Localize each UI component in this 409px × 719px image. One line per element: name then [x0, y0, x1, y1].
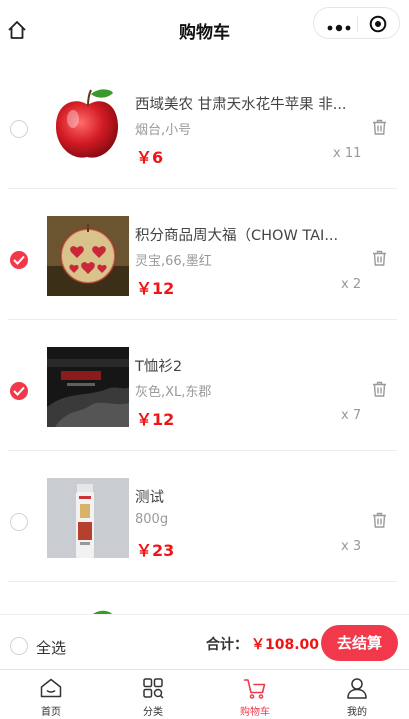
user-icon: [347, 678, 367, 699]
tab-label: 分类: [143, 707, 163, 718]
product-image[interactable]: [47, 216, 129, 296]
category-icon: [143, 678, 164, 699]
close-mini-program-icon[interactable]: [369, 15, 387, 33]
delete-icon[interactable]: [372, 381, 387, 397]
product-quantity: x 11: [333, 146, 362, 161]
product-quantity: x 2: [341, 277, 362, 292]
cart-item[interactable]: 西域美农 甘肃天水花牛苹果 非... 烟台,小号 ￥6 x 11: [0, 58, 409, 189]
product-price: ￥23: [136, 541, 175, 560]
item-checkbox[interactable]: [10, 120, 28, 138]
cart-item[interactable]: 测试 800g ￥23 x 3: [0, 451, 409, 582]
product-image[interactable]: [47, 347, 129, 427]
delete-icon[interactable]: [372, 512, 387, 528]
navigation-bar: 购物车: [0, 0, 409, 58]
tab-mine[interactable]: 我的: [306, 670, 408, 719]
cart-item[interactable]: T恤衫2 灰色,XL,东郡 ￥12 x 7: [0, 320, 409, 451]
mini-program-capsule: [313, 7, 400, 39]
product-spec: 灵宝,66,墨红: [135, 254, 212, 269]
total-label: 合计：: [206, 637, 248, 653]
checkout-bar: 全选 合计： ￥108.00 去结算: [0, 614, 409, 670]
item-checkbox[interactable]: [10, 251, 28, 269]
cart-list: 西域美农 甘肃天水花牛苹果 非... 烟台,小号 ￥6 x 11 积分商品周大福…: [0, 58, 409, 622]
product-name[interactable]: T恤衫2: [135, 355, 353, 376]
tab-label: 首页: [41, 707, 61, 718]
tab-home[interactable]: 首页: [0, 670, 102, 719]
product-name[interactable]: 测试: [135, 486, 353, 507]
tab-cart[interactable]: 购物车: [204, 670, 306, 719]
tab-category[interactable]: 分类: [102, 670, 204, 719]
product-image[interactable]: [47, 478, 129, 558]
checkout-button[interactable]: 去结算: [321, 625, 398, 661]
cart-item[interactable]: 积分商品周大福（CHOW TAI... 灵宝,66,墨红 ￥12 x 2: [0, 189, 409, 320]
item-checkbox[interactable]: [10, 382, 28, 400]
product-quantity: x 7: [341, 408, 362, 423]
tab-label: 购物车: [240, 707, 270, 718]
capsule-divider: [357, 16, 358, 32]
delete-icon[interactable]: [372, 250, 387, 266]
product-price: ￥12: [136, 279, 175, 298]
product-name[interactable]: 积分商品周大福（CHOW TAI...: [135, 224, 353, 245]
product-price: ￥6: [136, 148, 164, 167]
product-spec: 灰色,XL,东郡: [135, 385, 212, 400]
tab-bar: 首页 分类 购物车 我的: [0, 669, 409, 718]
select-all-label[interactable]: 全选: [36, 637, 66, 658]
tab-label: 我的: [347, 707, 367, 718]
product-image[interactable]: [47, 85, 129, 165]
total-amount: ￥108.00: [251, 637, 320, 653]
product-spec: 800g: [135, 512, 169, 527]
item-checkbox[interactable]: [10, 513, 28, 531]
more-menu-icon[interactable]: [326, 18, 352, 32]
select-all-checkbox[interactable]: [10, 637, 28, 655]
product-quantity: x 3: [341, 539, 362, 554]
delete-icon[interactable]: [372, 119, 387, 135]
cart-icon: [243, 679, 266, 699]
product-price: ￥12: [136, 410, 175, 429]
product-spec: 烟台,小号: [135, 123, 192, 138]
product-name[interactable]: 西域美农 甘肃天水花牛苹果 非...: [135, 93, 353, 114]
home-icon: [40, 678, 62, 698]
